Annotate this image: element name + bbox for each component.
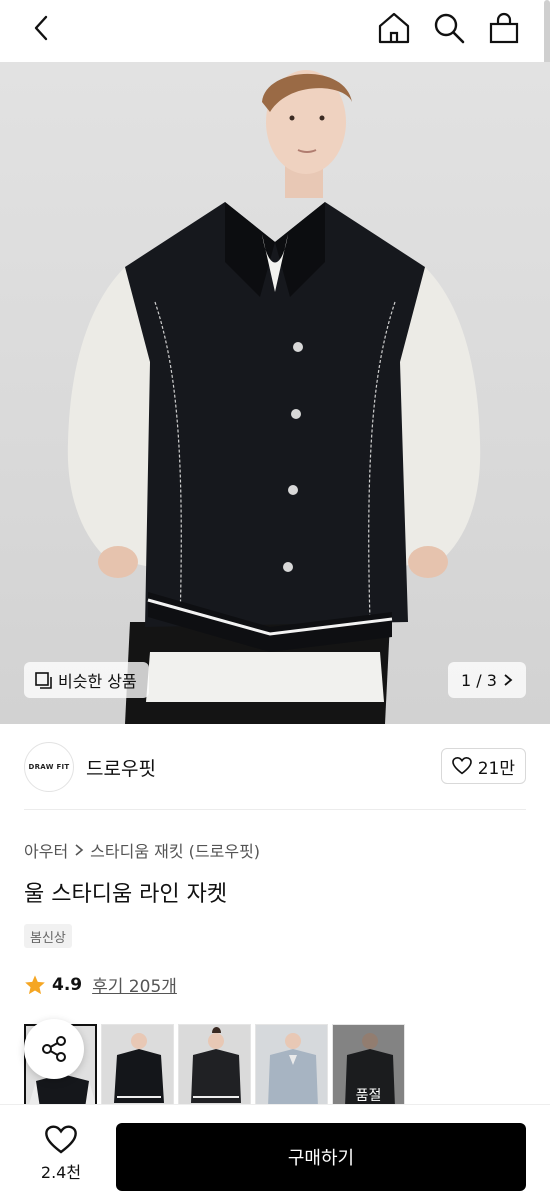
brand-like-count: 21만 bbox=[477, 758, 515, 779]
brand-section: DRAW FIT 드로우핏 21만 bbox=[0, 724, 550, 810]
thumb-image bbox=[256, 1025, 327, 1105]
soldout-label: 품절 bbox=[355, 1088, 382, 1104]
share-button[interactable] bbox=[24, 1019, 84, 1079]
review-link[interactable]: 후기 205개 bbox=[92, 972, 177, 997]
scrollbar[interactable] bbox=[544, 0, 550, 70]
share-icon bbox=[42, 1036, 66, 1062]
divider bbox=[24, 809, 526, 810]
chevron-right-icon bbox=[75, 844, 84, 856]
thumb-image bbox=[179, 1025, 250, 1105]
wishlist-button[interactable]: 2.4천 bbox=[22, 1125, 100, 1183]
heart-icon bbox=[45, 1125, 77, 1154]
product-photo bbox=[67, 70, 481, 724]
product-tag: 봄신상 bbox=[24, 924, 72, 948]
thumb-image bbox=[102, 1025, 173, 1105]
back-button[interactable] bbox=[20, 6, 64, 50]
similar-items-icon bbox=[35, 672, 52, 689]
brand-name[interactable]: 드로우핏 bbox=[86, 754, 156, 781]
color-option-thumb[interactable] bbox=[101, 1024, 174, 1106]
purchase-bar: 2.4천 구매하기 bbox=[0, 1104, 550, 1200]
product-title: 울 스타디움 라인 자켓 bbox=[24, 882, 228, 907]
brand-like-button[interactable]: 21만 bbox=[440, 748, 526, 784]
similar-products-label: 비슷한 상품 bbox=[58, 672, 137, 691]
color-option-thumb-soldout[interactable]: 품절 bbox=[332, 1024, 405, 1106]
breadcrumb-subcategory[interactable]: 스타디움 재킷 (드로우핏) bbox=[90, 838, 260, 862]
color-option-thumb[interactable] bbox=[255, 1024, 328, 1106]
breadcrumb: 아우터 스타디움 재킷 (드로우핏) bbox=[24, 838, 260, 862]
shopping-bag-icon bbox=[489, 12, 519, 44]
image-pager[interactable]: 1 / 3 bbox=[448, 662, 526, 698]
chevron-right-icon bbox=[504, 674, 513, 686]
product-image-carousel[interactable]: 비슷한 상품 1 / 3 bbox=[0, 62, 550, 724]
home-button[interactable] bbox=[372, 6, 416, 50]
breadcrumb-category[interactable]: 아우터 bbox=[24, 838, 68, 862]
buy-button[interactable]: 구매하기 bbox=[116, 1123, 526, 1191]
home-icon bbox=[378, 12, 410, 44]
rating-summary: 4.9 후기 205개 bbox=[24, 972, 177, 997]
search-button[interactable] bbox=[427, 6, 471, 50]
top-navigation bbox=[0, 0, 550, 62]
rating-score: 4.9 bbox=[52, 974, 83, 995]
brand-logo-text: DRAW FIT bbox=[28, 763, 70, 771]
cart-button[interactable] bbox=[482, 6, 526, 50]
wishlist-count: 2.4천 bbox=[40, 1163, 82, 1182]
search-icon bbox=[434, 13, 465, 44]
buy-button-label: 구매하기 bbox=[287, 1148, 355, 1169]
pager-label: 1 / 3 bbox=[461, 670, 497, 690]
brand-logo[interactable]: DRAW FIT bbox=[24, 742, 74, 792]
star-icon bbox=[25, 974, 45, 994]
similar-products-button[interactable]: 비슷한 상품 bbox=[24, 662, 149, 698]
color-option-thumb[interactable] bbox=[178, 1024, 251, 1106]
heart-icon bbox=[451, 757, 472, 775]
chevron-left-icon bbox=[34, 15, 48, 41]
